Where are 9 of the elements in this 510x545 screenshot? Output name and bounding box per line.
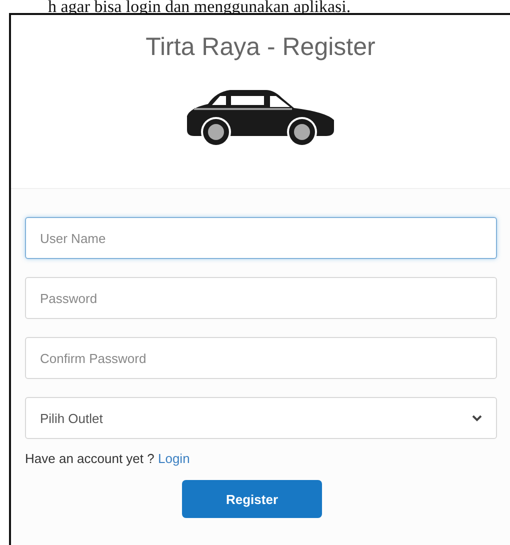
password-field[interactable]: Password — [25, 277, 497, 319]
login-link[interactable]: Login — [158, 451, 190, 466]
register-button[interactable]: Register — [182, 480, 322, 518]
chevron-down-icon — [472, 414, 482, 422]
form-title: Tirta Raya - Register — [146, 33, 376, 62]
username-field[interactable]: User Name — [25, 217, 497, 259]
password-field[interactable]: Confirm Password — [25, 337, 497, 379]
outlet-select[interactable]: Pilih Outlet — [25, 397, 497, 439]
account-prompt: Have an account yet ? Login — [25, 451, 191, 466]
